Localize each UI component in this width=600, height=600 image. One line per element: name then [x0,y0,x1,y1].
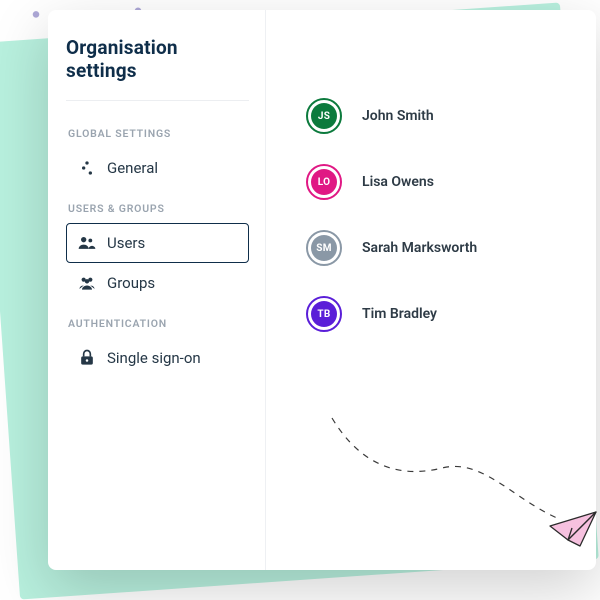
main-content: JS John Smith LO Lisa Owens SM Sarah Mar… [266,10,596,570]
user-icon [77,233,97,253]
user-name: Lisa Owens [362,174,434,190]
sidebar-item-label: Single sign-on [107,349,201,367]
avatar: SM [306,230,342,266]
avatar: TB [306,296,342,332]
avatar-initials: LO [311,169,337,195]
user-row[interactable]: SM Sarah Marksworth [306,230,576,266]
settings-panel: Organisation settings GLOBAL SETTINGS Ge… [48,10,596,570]
sidebar-item-label: General [107,159,158,177]
lock-icon [77,348,97,368]
avatar-initials: JS [311,103,337,129]
user-row[interactable]: TB Tim Bradley [306,296,576,332]
sidebar: Organisation settings GLOBAL SETTINGS Ge… [48,10,266,570]
avatar-initials: SM [311,235,337,261]
page-title: Organisation settings [66,36,249,101]
avatar-initials: TB [311,301,337,327]
group-icon [77,273,97,293]
user-row[interactable]: LO Lisa Owens [306,164,576,200]
sidebar-item-users[interactable]: Users [66,223,249,263]
section-header-global: GLOBAL SETTINGS [68,127,247,140]
sidebar-item-general[interactable]: General [66,148,249,188]
sidebar-item-label: Groups [107,274,155,292]
section-header-users-groups: USERS & GROUPS [68,202,247,215]
user-name: Tim Bradley [362,306,437,322]
user-name: John Smith [362,108,434,124]
sliders-icon [77,158,97,178]
user-name: Sarah Marksworth [362,240,477,256]
avatar: LO [306,164,342,200]
paper-plane-doodle [322,408,600,548]
sidebar-item-groups[interactable]: Groups [66,263,249,303]
sidebar-item-sso[interactable]: Single sign-on [66,338,249,378]
sidebar-item-label: Users [107,234,145,252]
avatar: JS [306,98,342,134]
section-header-auth: AUTHENTICATION [68,317,247,330]
user-row[interactable]: JS John Smith [306,98,576,134]
